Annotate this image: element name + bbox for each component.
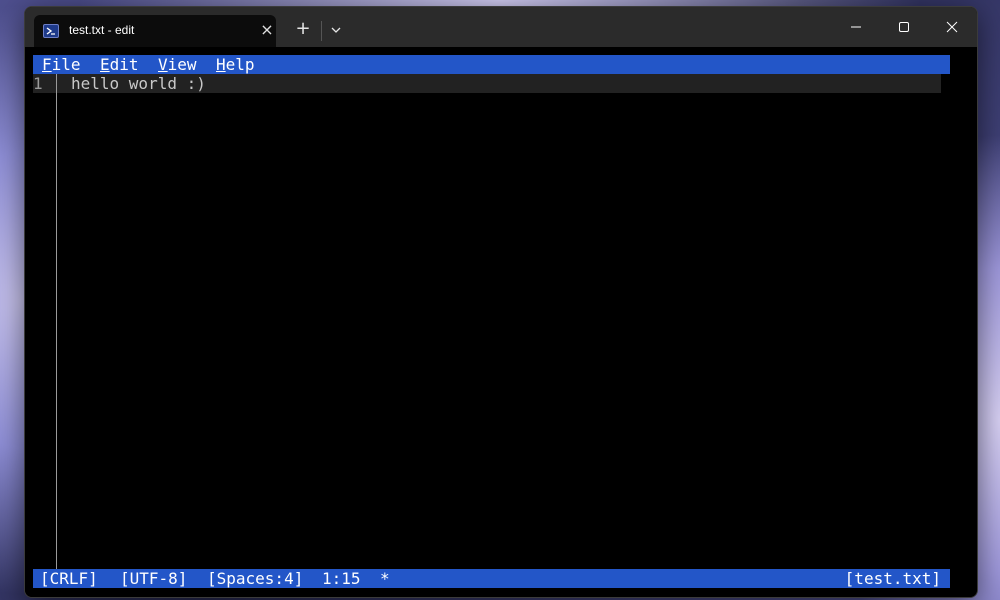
menu-file[interactable]: File (42, 55, 81, 74)
powershell-icon (43, 24, 59, 38)
gutter-separator (56, 74, 57, 569)
menu-view-mnemonic: V (158, 55, 168, 74)
close-button[interactable] (929, 13, 975, 41)
menu-file-label: ile (51, 55, 81, 74)
minimize-icon (851, 26, 861, 28)
status-line-ending[interactable]: [CRLF] (40, 569, 98, 588)
status-modified-indicator: * (380, 569, 390, 588)
chevron-down-icon[interactable] (327, 21, 345, 39)
menu-file-mnemonic: F (42, 55, 52, 74)
close-icon (946, 21, 958, 33)
tab-close-icon[interactable]: × (258, 21, 276, 39)
tab-title: test.txt - edit (69, 23, 135, 37)
maximize-button[interactable] (881, 13, 927, 41)
menu-help[interactable]: Help (216, 55, 255, 74)
menu-view-label: iew (167, 55, 197, 74)
status-encoding[interactable]: [UTF-8] (120, 569, 187, 588)
status-filename: [test.txt] (844, 569, 941, 588)
menu-view[interactable]: View (158, 55, 197, 74)
title-bar[interactable]: test.txt - edit × + (25, 7, 977, 47)
maximize-icon (899, 22, 909, 32)
tab-divider (321, 21, 322, 41)
terminal-content[interactable]: File Edit View Help 1 hello world :) [CR… (25, 47, 977, 597)
new-tab-button[interactable]: + (293, 19, 313, 39)
minimize-button[interactable] (833, 13, 879, 41)
menu-edit[interactable]: Edit (100, 55, 139, 74)
menu-help-mnemonic: H (216, 55, 226, 74)
editor-line[interactable]: hello world :) (71, 74, 206, 93)
menu-bar: File Edit View Help (33, 55, 950, 74)
menu-edit-label: dit (109, 55, 139, 74)
tab-active[interactable]: test.txt - edit × (34, 15, 276, 47)
terminal-window: test.txt - edit × + File Edit View Help … (24, 6, 978, 598)
menu-help-label: elp (225, 55, 255, 74)
menu-edit-mnemonic: E (100, 55, 110, 74)
line-number: 1 (33, 74, 43, 93)
status-bar: [CRLF] [UTF-8] [Spaces:4] 1:15 * [test.t… (33, 569, 950, 588)
status-indentation[interactable]: [Spaces:4] (207, 569, 303, 588)
status-cursor-position: 1:15 (322, 569, 361, 588)
